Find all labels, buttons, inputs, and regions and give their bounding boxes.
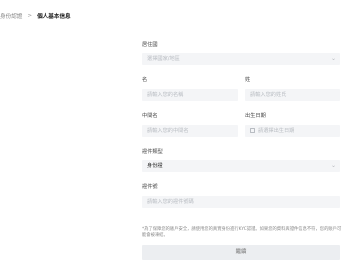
country-label: 居住國 xyxy=(142,42,158,48)
last-name-input[interactable]: 請輸入您的姓氏 xyxy=(245,89,340,101)
middle-name-input[interactable]: 請輸入您的中間名 xyxy=(142,125,238,137)
dob-placeholder: 請選擇出生日期 xyxy=(258,128,295,134)
id-type-value: 身份證 xyxy=(147,163,163,169)
id-number-placeholder: 請輸入您的證件號碼 xyxy=(147,199,194,205)
breadcrumb: 身份認證 > 個人基本信息 xyxy=(0,12,71,20)
last-name-placeholder: 請輸入您的姓氏 xyxy=(250,92,287,98)
id-number-input[interactable]: 請輸入您的證件號碼 xyxy=(142,196,340,208)
dob-input[interactable]: 請選擇出生日期 xyxy=(245,125,340,137)
id-type-select[interactable]: 身份證 ⌄ xyxy=(142,160,340,172)
dob-label: 出生日期 xyxy=(245,113,266,119)
country-placeholder: 選擇國家/地區 xyxy=(147,56,180,62)
first-name-label: 名 xyxy=(142,77,148,83)
breadcrumb-separator: > xyxy=(27,13,33,19)
kyc-note: *為了保障您的賬戶安全，請使用您的真實身份進行KYC認證。如果您的資料與證件信息… xyxy=(142,227,342,238)
id-number-label: 證件號 xyxy=(142,184,158,190)
first-name-placeholder: 請輸入您的名稱 xyxy=(147,92,184,98)
breadcrumb-current: 個人基本信息 xyxy=(37,14,71,20)
first-name-input[interactable]: 請輸入您的名稱 xyxy=(142,89,238,101)
chevron-down-icon: ⌄ xyxy=(330,55,336,62)
breadcrumb-parent[interactable]: 身份認證 xyxy=(0,12,22,20)
calendar-icon xyxy=(250,127,255,133)
chevron-down-icon: ⌄ xyxy=(330,162,336,169)
id-type-label: 證件類型 xyxy=(142,149,163,155)
continue-button[interactable]: 繼續 xyxy=(142,245,340,260)
middle-name-label: 中間名 xyxy=(142,113,158,119)
middle-name-placeholder: 請輸入您的中間名 xyxy=(147,128,189,134)
country-select[interactable]: 選擇國家/地區 ⌄ xyxy=(142,53,340,65)
last-name-label: 姓 xyxy=(245,77,251,83)
